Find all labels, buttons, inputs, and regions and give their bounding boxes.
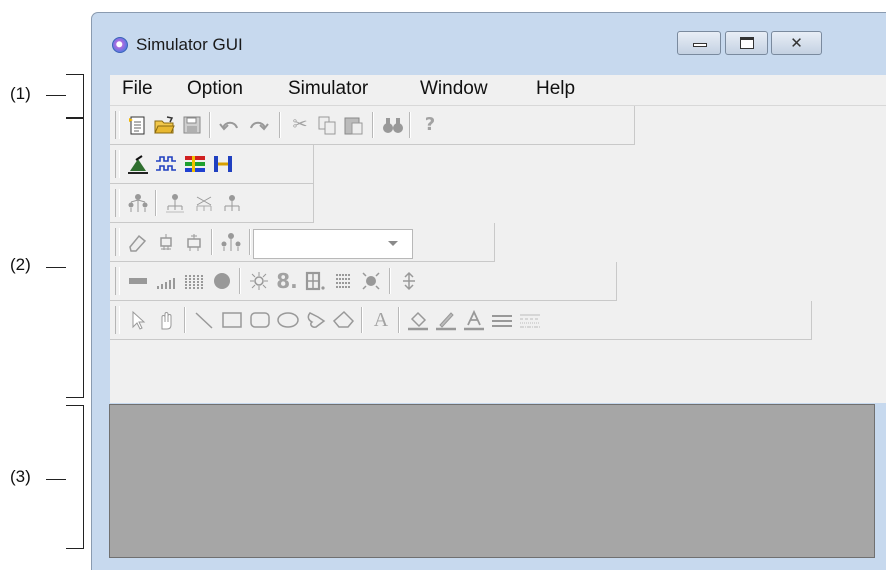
toolbar-grip[interactable] [115, 189, 120, 217]
text-icon[interactable]: A [369, 309, 393, 331]
open-folder-icon[interactable] [153, 114, 177, 136]
toolbar-parts [110, 223, 495, 262]
toolbar-grip[interactable] [115, 228, 120, 256]
eraser-icon[interactable] [126, 231, 150, 253]
hierarchy-cross-icon[interactable] [192, 192, 216, 214]
maximize-button[interactable] [725, 31, 768, 55]
menu-simulator[interactable]: Simulator [288, 78, 368, 100]
text-color-icon[interactable] [462, 309, 486, 331]
part-a-icon[interactable] [154, 231, 178, 253]
app-icon [112, 37, 128, 53]
callout-3-leader [46, 479, 66, 480]
ellipse-icon[interactable] [276, 309, 300, 331]
resize-vertical-icon[interactable] [397, 270, 421, 292]
toolbar-components: 8. [110, 262, 617, 301]
toolbar-hierarchy [110, 184, 314, 223]
toolbar-grip[interactable] [115, 150, 120, 178]
hand-icon[interactable] [154, 309, 178, 331]
matrix-led-icon[interactable] [182, 270, 206, 292]
line-color-icon[interactable] [434, 309, 458, 331]
lamp-icon[interactable] [210, 270, 234, 292]
14seg-icon[interactable] [303, 270, 327, 292]
callout-1-bracket [66, 74, 84, 118]
close-button[interactable]: ✕ [771, 31, 822, 55]
menu-window[interactable]: Window [420, 78, 488, 100]
undo-icon[interactable] [218, 114, 242, 136]
menu-file[interactable]: File [122, 78, 153, 100]
minimize-button[interactable] [677, 31, 721, 55]
toolbar-grip[interactable] [115, 111, 120, 139]
hierarchy-down-icon[interactable] [163, 192, 187, 214]
separator [249, 229, 251, 255]
chevron-down-icon[interactable] [388, 241, 398, 246]
toolbar-grip[interactable] [115, 267, 120, 295]
title-bar[interactable]: Simulator GUI ✕ [92, 13, 886, 73]
signal-wave-icon[interactable] [154, 153, 178, 175]
rounded-rectangle-icon[interactable] [248, 309, 272, 331]
pin-connect-icon[interactable] [211, 153, 235, 175]
save-icon[interactable] [180, 114, 204, 136]
separator [361, 307, 363, 333]
redo-icon[interactable] [246, 114, 270, 136]
cut-icon[interactable]: ✂ [288, 114, 312, 136]
separator [239, 268, 241, 294]
paste-icon[interactable] [342, 114, 366, 136]
workspace-area[interactable] [109, 404, 875, 558]
separator [409, 112, 411, 138]
fill-color-icon[interactable] [406, 309, 430, 331]
callout-3: (3) [10, 467, 31, 486]
separator [155, 190, 157, 216]
separator [211, 229, 213, 255]
hierarchy-icon[interactable] [126, 192, 150, 214]
line-icon[interactable] [192, 309, 216, 331]
separator [372, 112, 374, 138]
callout-1: (1) [10, 84, 31, 103]
callout-3-bracket [66, 405, 84, 549]
menu-option[interactable]: Option [187, 78, 243, 100]
buzzer-icon[interactable] [359, 270, 383, 292]
separator [398, 307, 400, 333]
callout-1-leader [46, 95, 66, 96]
toolbar-drawing: A [110, 301, 812, 340]
line-style-icon[interactable] [518, 309, 542, 331]
rectangle-icon[interactable] [220, 309, 244, 331]
polygon-icon[interactable] [332, 309, 356, 331]
line-width-icon[interactable] [490, 309, 514, 331]
find-icon[interactable] [381, 114, 405, 136]
close-icon: ✕ [790, 34, 803, 52]
7seg-icon[interactable]: 8. [275, 270, 299, 292]
part-b-icon[interactable] [182, 231, 206, 253]
separator [389, 268, 391, 294]
toolbar-standard: ✂ ? [110, 106, 635, 145]
minimize-icon [693, 43, 707, 47]
callout-2-bracket [66, 118, 84, 398]
window-title: Simulator GUI [136, 35, 243, 54]
color-bars-icon[interactable] [183, 153, 207, 175]
new-file-icon[interactable] [126, 114, 150, 136]
toolbar-simulator [110, 145, 314, 184]
toolbar-grip[interactable] [115, 306, 120, 334]
dot-matrix-icon[interactable] [331, 270, 355, 292]
sun-light-icon[interactable] [247, 270, 271, 292]
led-bar-icon[interactable] [126, 270, 150, 292]
simulator-run-icon[interactable] [126, 153, 150, 175]
maximize-icon [740, 37, 754, 49]
hierarchy-reset-icon[interactable] [220, 192, 244, 214]
parts-combo[interactable] [253, 229, 413, 259]
help-icon[interactable]: ? [418, 114, 442, 136]
menu-help[interactable]: Help [536, 78, 575, 100]
copy-icon[interactable] [315, 114, 339, 136]
arrow-select-icon[interactable] [126, 309, 150, 331]
hierarchy-select-icon[interactable] [219, 231, 243, 253]
separator [209, 112, 211, 138]
separator [279, 112, 281, 138]
callout-2-leader [46, 267, 66, 268]
simulator-window: Simulator GUI ✕ File Option Simulator Wi… [91, 12, 886, 570]
level-meter-icon[interactable] [154, 270, 178, 292]
toolbar-area: ✂ ? 8. A [110, 106, 886, 403]
separator [184, 307, 186, 333]
callout-2: (2) [10, 255, 31, 274]
menu-bar: File Option Simulator Window Help [110, 75, 886, 106]
freeform-icon[interactable] [304, 309, 328, 331]
